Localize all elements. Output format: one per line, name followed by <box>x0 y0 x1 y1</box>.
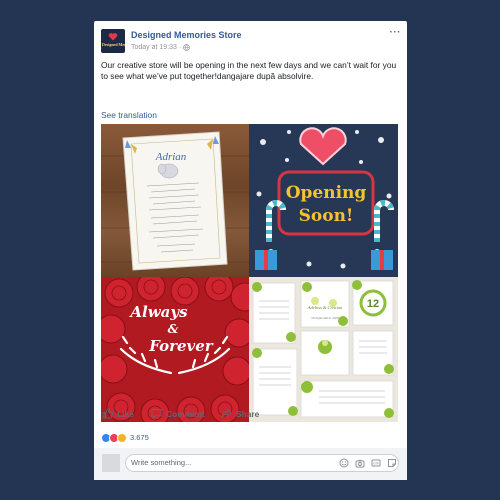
always-forever-illustration: Always & Forever <box>101 277 249 422</box>
post-timestamp: Today at 19:33 · <box>131 43 191 52</box>
camera-icon[interactable] <box>355 458 365 468</box>
sticker-icon[interactable] <box>387 458 397 468</box>
card-number-text: 12 <box>367 298 379 310</box>
comment-button[interactable]: Comment <box>151 408 205 419</box>
comment-tools: GIF <box>339 458 397 468</box>
photo-green-stationery[interactable]: 12 Adelina & Cristian 30 Septembrie 2020 <box>249 277 398 422</box>
separator-dot: · <box>178 44 182 51</box>
comment-bubble-icon <box>151 408 162 419</box>
forever-text: Forever <box>148 337 214 355</box>
emoji-icon[interactable] <box>339 458 349 468</box>
see-translation-link[interactable]: See translation <box>101 110 157 120</box>
share-arrow-icon <box>221 408 232 418</box>
share-button[interactable]: Share <box>221 408 259 419</box>
share-label: Share <box>236 408 260 419</box>
soon-text: Soon! <box>299 206 354 226</box>
globe-icon[interactable] <box>183 44 191 51</box>
opening-soon-illustration: Opening Soon! <box>255 127 394 270</box>
card-date-text: 30 Septembrie 2020 <box>311 316 339 320</box>
page-avatar[interactable]: Designed Memories <box>101 29 125 53</box>
green-stationery-illustration: 12 Adelina & Cristian 30 Septembrie 2020 <box>249 277 398 422</box>
photo-always-forever[interactable]: Always & Forever <box>101 277 249 422</box>
invitation-illustration: Adrian <box>101 131 249 271</box>
timestamp-text[interactable]: Today at 19:33 <box>131 43 177 52</box>
gif-icon[interactable]: GIF <box>371 458 381 468</box>
post-text: Our creative store will be opening in th… <box>101 60 397 81</box>
heart-logo-icon <box>108 33 118 41</box>
ampersand-text: & <box>168 322 179 336</box>
post-card: Designed Memories Designed Memories Stor… <box>94 21 407 480</box>
like-label: Like <box>117 408 134 419</box>
avatar-brand-text: Designed Memories <box>102 42 125 47</box>
comment-composer: Write something... GIF <box>94 448 407 480</box>
user-avatar <box>102 454 120 472</box>
haha-reaction-icon <box>117 433 127 443</box>
always-text: Always <box>128 303 188 321</box>
photo-opening-soon[interactable]: Opening Soon! <box>249 124 398 277</box>
like-button[interactable]: Like <box>102 408 134 419</box>
page-name-link[interactable]: Designed Memories Store <box>131 30 242 41</box>
invitation-name-text: Adrian <box>155 151 187 163</box>
thumbs-up-icon <box>102 408 113 419</box>
comment-label: Comment <box>166 408 205 419</box>
card-couple-text: Adelina & Cristian <box>307 305 343 310</box>
opening-text: Opening <box>286 183 367 203</box>
reactions-count[interactable]: 3.675 <box>130 433 149 443</box>
more-options-button[interactable]: ··· <box>390 28 402 38</box>
svg-text:GIF: GIF <box>373 462 379 466</box>
photo-invitation[interactable]: Adrian <box>101 124 249 277</box>
reactions-summary[interactable]: 3.675 <box>101 433 149 443</box>
